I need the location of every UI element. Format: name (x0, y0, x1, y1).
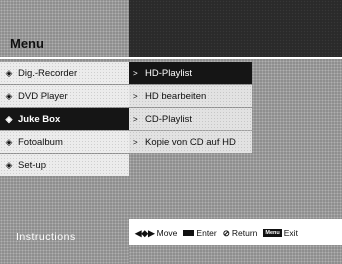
menu-item-set-up[interactable]: ◈ Set-up (0, 154, 129, 176)
diamond-bullet-icon: ◈ (5, 67, 13, 78)
hint-exit-label: Exit (283, 228, 298, 238)
hint-panel: ◀◆▶ Move Enter ⊘ Return Menu Exit (129, 219, 342, 264)
header-bar (129, 0, 342, 57)
menu-item-juke-box[interactable]: ◈ Juke Box (0, 108, 129, 130)
dvd-menu-screen: Menu ◈ Dig.-Recorder ◈ DVD Player ◈ Juke… (0, 0, 342, 264)
return-icon: ⊘ (222, 227, 230, 238)
menu-item-fotoalbum[interactable]: ◈ Fotoalbum (0, 131, 129, 153)
hint-move-label: Move (156, 228, 178, 238)
hint-bar: ◀◆▶ Move Enter ⊘ Return Menu Exit (129, 223, 342, 243)
submenu-item-label: HD bearbeiten (145, 90, 207, 102)
hint-move: ◀◆▶ Move (135, 228, 177, 239)
arrow-right-icon: > (133, 91, 138, 101)
arrows-move-icon: ◀◆▶ (135, 227, 155, 238)
submenu-item-label: CD-Playlist (145, 113, 192, 125)
diamond-bullet-icon: ◈ (5, 113, 13, 124)
enter-key-icon (183, 230, 195, 236)
menu-key-icon: Menu (263, 229, 282, 237)
menu-title: Menu (10, 36, 44, 51)
footer: Instructions ◀◆▶ Move Enter ⊘ Return Men… (0, 219, 342, 264)
menu-title-bar: Menu (0, 0, 129, 57)
menu-item-label: Dig.-Recorder (18, 67, 78, 79)
hint-enter: Enter (183, 228, 217, 238)
menu-item-label: Juke Box (18, 113, 61, 125)
diamond-bullet-icon: ◈ (5, 136, 13, 147)
arrow-right-icon: > (133, 137, 138, 147)
menu-item-label: Set-up (18, 159, 46, 171)
hint-enter-label: Enter (196, 228, 217, 238)
main-menu-list: ◈ Dig.-Recorder ◈ DVD Player ◈ Juke Box … (0, 62, 129, 177)
hint-exit: Menu Exit (263, 228, 298, 238)
hint-return-label: Return (231, 228, 258, 238)
footer-bottom-strip (129, 245, 342, 264)
submenu-item-cd-playlist[interactable]: > CD-Playlist (129, 108, 252, 130)
instructions-panel: Instructions (0, 219, 129, 264)
header-divider (0, 57, 342, 59)
menu-item-label: DVD Player (18, 90, 68, 102)
submenu-item-label: Kopie von CD auf HD (145, 136, 236, 148)
submenu-item-kopie-cd-hd[interactable]: > Kopie von CD auf HD (129, 131, 252, 153)
submenu-item-hd-playlist[interactable]: > HD-Playlist (129, 62, 252, 84)
menu-item-dig-recorder[interactable]: ◈ Dig.-Recorder (0, 62, 129, 84)
menu-item-label: Fotoalbum (18, 136, 63, 148)
submenu-item-hd-bearbeiten[interactable]: > HD bearbeiten (129, 85, 252, 107)
diamond-bullet-icon: ◈ (5, 90, 13, 101)
submenu-list: > HD-Playlist > HD bearbeiten > CD-Playl… (129, 62, 252, 154)
arrow-right-icon: > (133, 114, 138, 124)
diamond-bullet-icon: ◈ (5, 159, 13, 170)
arrow-right-icon: > (133, 68, 138, 78)
menu-item-dvd-player[interactable]: ◈ DVD Player (0, 85, 129, 107)
hint-return: ⊘ Return (223, 228, 258, 239)
submenu-item-label: HD-Playlist (145, 67, 192, 79)
instructions-label: Instructions (16, 231, 76, 243)
